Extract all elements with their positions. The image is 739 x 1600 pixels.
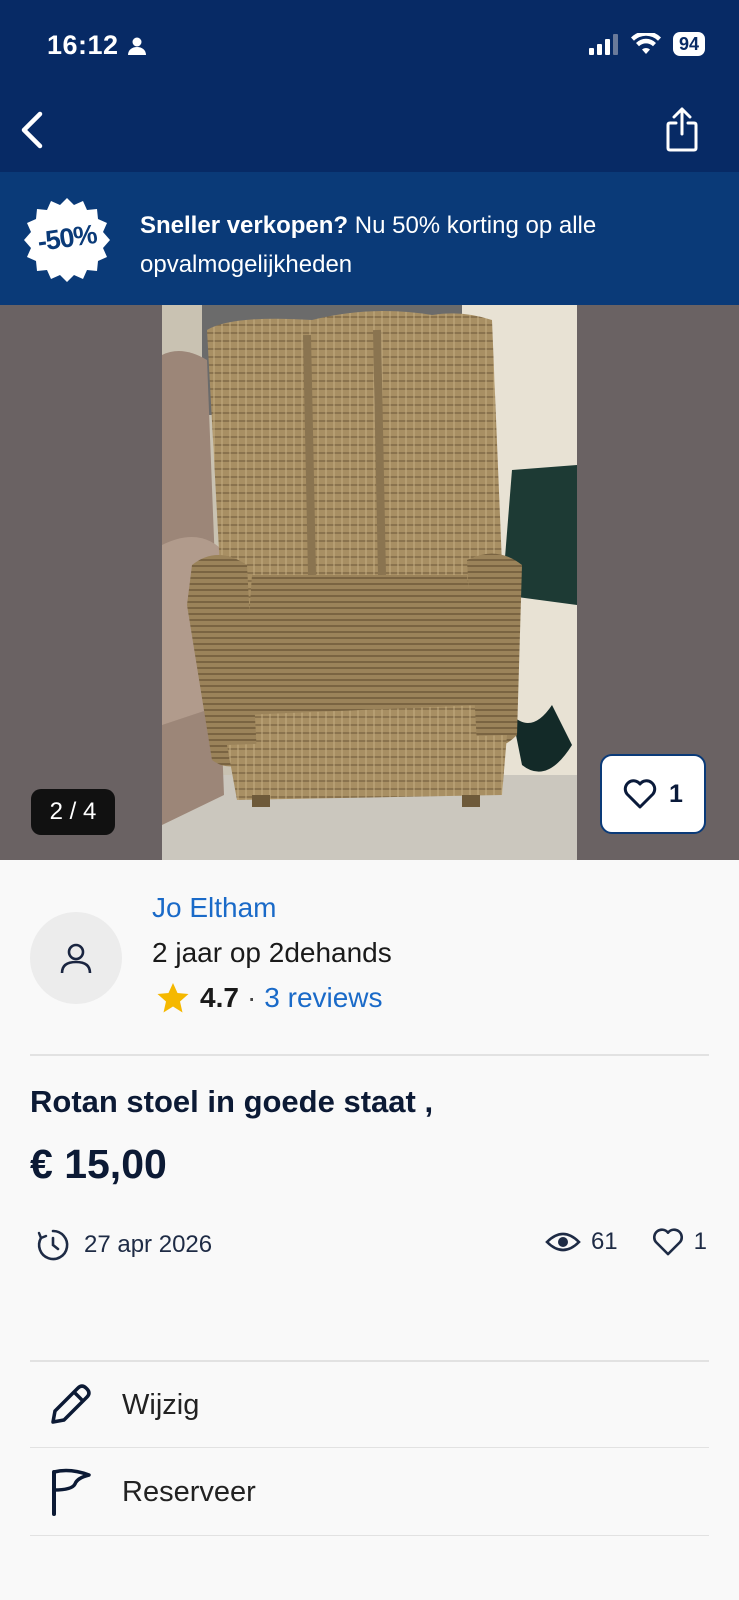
pencil-icon bbox=[51, 1384, 91, 1424]
listing-photo[interactable] bbox=[162, 305, 577, 860]
clock-icon bbox=[37, 1229, 69, 1261]
listing-stats: 61 1 bbox=[545, 1228, 707, 1256]
reviews-link[interactable]: 3 reviews bbox=[264, 982, 382, 1014]
status-time: 16:12 bbox=[47, 30, 147, 61]
edit-label: Wijzig bbox=[122, 1388, 200, 1421]
eye-icon bbox=[545, 1232, 581, 1252]
status-indicators: 94 bbox=[588, 32, 705, 56]
divider bbox=[30, 1447, 709, 1448]
seller-name[interactable]: Jo Eltham bbox=[152, 892, 277, 924]
listing-date-text: 27 apr 2026 bbox=[84, 1231, 213, 1258]
rating-separator: · bbox=[246, 982, 257, 1013]
seller-member-since: 2 jaar op 2dehands bbox=[152, 937, 392, 968]
share-icon[interactable] bbox=[663, 106, 701, 152]
promo-headline: Sneller verkopen? bbox=[140, 212, 349, 239]
views-count: 61 bbox=[590, 1228, 618, 1255]
seller-rating: 4.7 · 3 reviews bbox=[156, 982, 383, 1014]
listing-title: Rotan stoel in goede staat , bbox=[30, 1084, 434, 1119]
divider bbox=[30, 1535, 709, 1536]
status-time-text: 16:12 bbox=[47, 30, 119, 60]
photo-counter: 2 / 4 bbox=[31, 789, 115, 835]
photo-gallery[interactable]: 2 / 4 1 bbox=[0, 305, 739, 860]
user-icon bbox=[60, 943, 92, 974]
favorite-button[interactable]: 1 bbox=[600, 754, 706, 834]
favorite-count: 1 bbox=[669, 779, 683, 808]
rating-value: 4.7 bbox=[200, 982, 239, 1013]
listing-date: 27 apr 2026 bbox=[36, 1228, 212, 1262]
person-icon bbox=[127, 37, 146, 55]
reserve-button[interactable]: Reserveer bbox=[30, 1449, 709, 1535]
divider bbox=[30, 1054, 709, 1056]
avatar[interactable] bbox=[30, 912, 122, 1004]
battery-indicator: 94 bbox=[672, 32, 705, 56]
promo-text: Sneller verkopen? Nu 50% korting op alle… bbox=[140, 206, 710, 284]
edit-button[interactable]: Wijzig bbox=[30, 1362, 709, 1448]
signal-icon bbox=[588, 34, 618, 55]
reserve-label: Reserveer bbox=[122, 1475, 256, 1508]
wifi-icon bbox=[630, 33, 661, 54]
discount-badge: -50% bbox=[22, 196, 112, 284]
seller-section[interactable]: Jo Eltham 2 jaar op 2dehands 4.7 · 3 rev… bbox=[0, 860, 739, 1055]
top-bar: 16:12 94 bbox=[0, 0, 739, 172]
heart-icon bbox=[652, 1228, 683, 1256]
back-icon[interactable] bbox=[14, 108, 54, 152]
listing-price: € 15,00 bbox=[30, 1141, 167, 1187]
likes-count: 1 bbox=[693, 1228, 707, 1255]
promo-banner[interactable]: -50% Sneller verkopen? Nu 50% korting op… bbox=[0, 172, 739, 305]
heart-icon bbox=[623, 779, 657, 809]
star-icon bbox=[157, 983, 189, 1013]
flag-icon bbox=[52, 1468, 91, 1516]
